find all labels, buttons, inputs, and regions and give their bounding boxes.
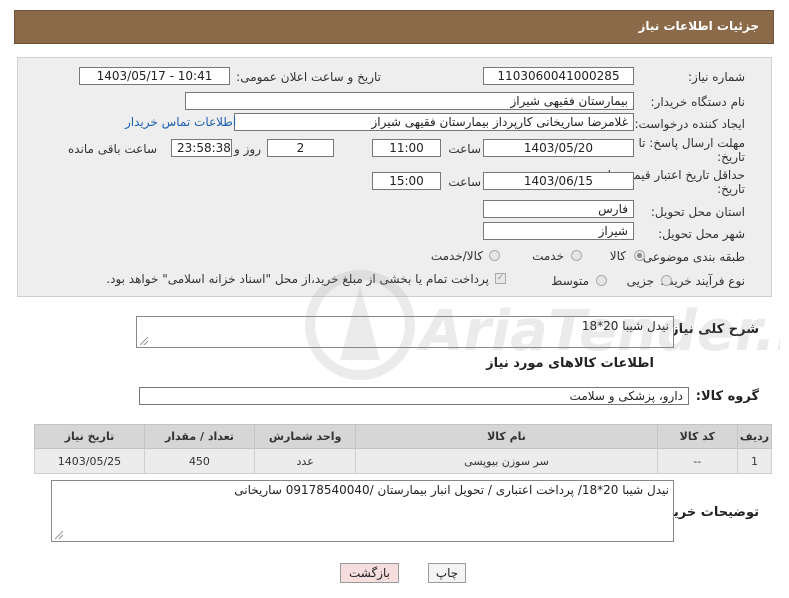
need-number-label: شماره نیاز: [688, 70, 745, 84]
deadline-date-label: تاریخ: [717, 150, 745, 164]
col-unit: واحد شمارش [253, 424, 357, 449]
process-medium-label: متوسط [551, 274, 589, 288]
category-service-label: خدمت [532, 249, 564, 263]
validity-date-label: تاریخ: [717, 182, 745, 196]
col-need-date: تاریخ نیاز [34, 424, 145, 449]
process-minor-label: جزیی [626, 274, 654, 288]
page-title: جزئیات اطلاعات نیاز [638, 19, 759, 33]
goods-group-field[interactable]: دارو، پزشکی و سلامت [139, 387, 689, 405]
col-item-code: کد کالا [656, 424, 738, 449]
buyer-org-label: نام دستگاه خریدار: [650, 95, 746, 109]
goods-table: ردیف کد کالا نام کالا واحد شمارش تعداد /… [34, 424, 773, 474]
goods-table-header: ردیف کد کالا نام کالا واحد شمارش تعداد /… [34, 424, 773, 449]
print-button[interactable]: چاپ [428, 563, 466, 583]
treasury-note: پرداخت تمام یا بخشی از مبلغ خرید،از محل … [106, 272, 489, 286]
creator-field[interactable]: غلامرضا ساریخانی کارپرداز بیمارستان فقیه… [234, 113, 634, 131]
goods-section-title: اطلاعات کالاهای مورد نیاز [486, 356, 654, 371]
announce-label: تاریخ و ساعت اعلان عمومی: [236, 70, 381, 84]
summary-text: نیدل شیبا 20*18 [581, 319, 669, 333]
cell-row-number: 1 [736, 448, 773, 474]
cell-item-name: سر سوزن بیوپسی [355, 448, 658, 474]
validity-time-field[interactable]: 15:00 [372, 172, 441, 190]
deadline-time-label: ساعت [448, 142, 481, 156]
validity-time-label: ساعت [448, 175, 481, 189]
resize-handle-icon[interactable] [55, 531, 63, 539]
remaining-label: ساعت باقی مانده [67, 142, 157, 156]
col-row-number: ردیف [736, 424, 773, 449]
category-goods-service-label: کالا/خدمت [430, 249, 483, 263]
buyer-org-field[interactable]: بیمارستان فقیهی شیراز [185, 92, 634, 110]
buyer-contact-link[interactable]: اطلاعات تماس خریدار [125, 115, 236, 129]
col-item-name: نام کالا [355, 424, 658, 449]
cell-need-date: 1403/05/25 [34, 448, 145, 474]
deadline-time-field[interactable]: 11:00 [372, 139, 441, 157]
summary-field[interactable]: نیدل شیبا 20*18 [136, 316, 674, 348]
city-field[interactable]: شیراز [483, 222, 634, 240]
category-goods-label: کالا [609, 249, 626, 263]
validity-date-field[interactable]: 1403/06/15 [483, 172, 634, 190]
category-service-radio[interactable] [571, 250, 582, 261]
deadline-date-field[interactable]: 1403/05/20 [483, 139, 634, 157]
process-minor-radio[interactable] [661, 275, 672, 286]
days-label: روز و [234, 142, 261, 156]
remaining-days-field[interactable]: 2 [267, 139, 334, 157]
page-header: جزئیات اطلاعات نیاز [14, 10, 774, 44]
cell-item-code: -- [656, 448, 738, 474]
cell-unit: عدد [253, 448, 357, 474]
category-label: طبقه بندی موضوعی: [638, 250, 745, 264]
province-field[interactable]: فارس [483, 200, 634, 218]
province-label: استان محل تحویل: [650, 205, 745, 219]
table-row[interactable]: 1 -- سر سوزن بیوپسی عدد 450 1403/05/25 [34, 448, 773, 474]
need-number-field[interactable]: 1103060041000285 [483, 67, 634, 85]
buyer-notes-field[interactable]: نیدل شیبا 20*18/ پرداخت اعتباری / تحویل … [51, 480, 674, 542]
creator-label: ایجاد کننده درخواست: [634, 117, 745, 131]
process-medium-radio[interactable] [596, 275, 607, 286]
cell-quantity: 450 [143, 448, 255, 474]
goods-group-label: گروه کالا: [695, 389, 759, 404]
remaining-time-field[interactable]: 23:58:38 [171, 139, 232, 157]
announce-datetime-field[interactable]: 1403/05/17 - 10:41 [79, 67, 230, 85]
summary-label: شرح کلی نیاز: [665, 322, 759, 337]
buyer-notes-text: نیدل شیبا 20*18/ پرداخت اعتباری / تحویل … [234, 483, 669, 497]
back-button[interactable]: بازگشت [340, 563, 399, 583]
resize-handle-icon[interactable] [140, 337, 148, 345]
category-goods-service-radio[interactable] [489, 250, 500, 261]
process-label: نوع فرآیند خرید : [660, 274, 745, 288]
city-label: شهر محل تحویل: [658, 227, 745, 241]
treasury-checkbox[interactable]: ✓ [495, 273, 506, 284]
deadline-label: مهلت ارسال پاسخ: تا [638, 136, 745, 150]
category-goods-radio[interactable] [634, 250, 645, 261]
col-quantity: تعداد / مقدار [143, 424, 255, 449]
